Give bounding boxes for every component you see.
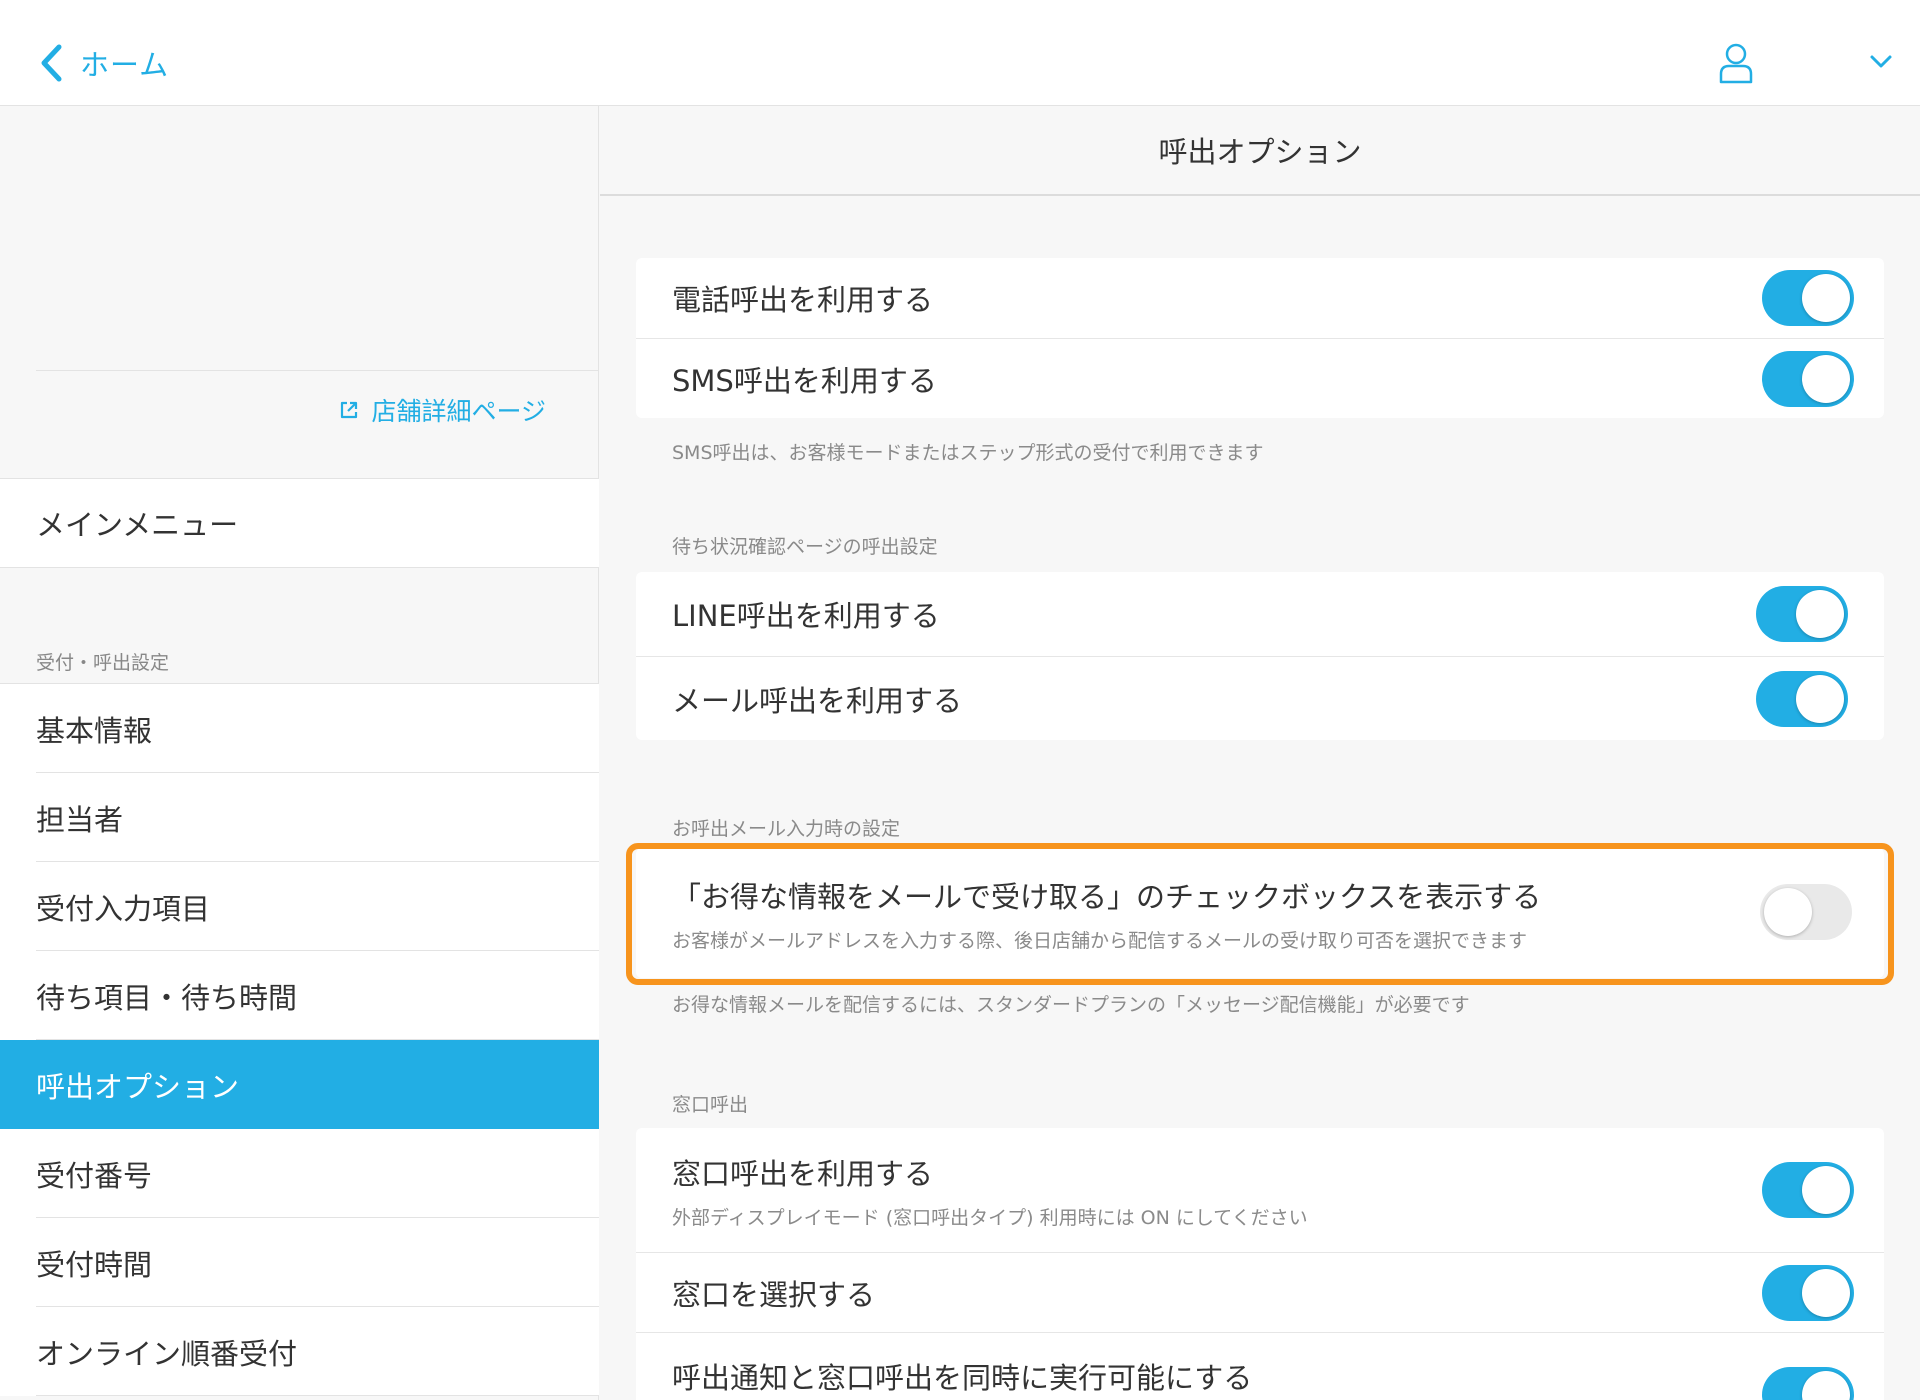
mail-input-card: 「お得な情報をメールで受け取る」のチェックボックスを表示する お客様がメールアド… xyxy=(636,848,1884,978)
shop-detail-link-label: 店舗詳細ページ xyxy=(371,397,546,426)
offers-note: お得な情報メールを配信するには、スタンダードプランの「メッセージ配信機能」が必要… xyxy=(672,994,1470,1016)
shop-detail-link[interactable]: 店舗詳細ページ xyxy=(339,392,546,428)
phone-call-toggle[interactable] xyxy=(1762,270,1854,326)
sidebar-item-reception-hours[interactable]: 受付時間 xyxy=(0,1218,599,1307)
call-options-card: 電話呼出を利用する SMS呼出を利用する xyxy=(636,258,1884,418)
setting-row-window-call: 窓口呼出を利用する 外部ディスプレイモード (窓口呼出タイプ) 利用時には ON… xyxy=(636,1128,1884,1252)
setting-row-offers-checkbox: 「お得な情報をメールで受け取る」のチェックボックスを表示する お客様がメールアド… xyxy=(636,848,1884,978)
mail-call-label: メール呼出を利用する xyxy=(672,683,963,718)
simultaneous-call-label: 呼出通知と窓口呼出を同時に実行可能にする xyxy=(672,1361,1253,1395)
chevron-down-icon[interactable] xyxy=(1868,52,1894,72)
offers-checkbox-text: 「お得な情報をメールで受け取る」のチェックボックスを表示する お客様がメールアド… xyxy=(672,874,1541,953)
select-window-toggle[interactable] xyxy=(1762,1265,1854,1321)
setting-row-mail: メール呼出を利用する xyxy=(636,656,1884,740)
window-call-toggle[interactable] xyxy=(1762,1162,1854,1218)
simultaneous-call-toggle[interactable] xyxy=(1762,1367,1854,1400)
offers-checkbox-description: お客様がメールアドレスを入力する際、後日店舗から配信するメールの受け取り可否を選… xyxy=(672,929,1528,952)
toggle-knob xyxy=(1802,1166,1850,1214)
top-bar: ホーム xyxy=(0,0,1920,106)
toggle-knob xyxy=(1796,590,1844,638)
sidebar-item-input-fields[interactable]: 受付入力項目 xyxy=(0,862,599,951)
user-icon[interactable] xyxy=(1718,42,1754,84)
sidebar-section-label: 受付・呼出設定 xyxy=(36,652,170,674)
sms-call-toggle[interactable] xyxy=(1762,351,1854,407)
sidebar-menu: 基本情報 担当者 受付入力項目 待ち項目・待ち時間 呼出オプション 受付番号 受… xyxy=(0,683,599,1396)
toggle-knob xyxy=(1802,355,1850,403)
window-call-label: 窓口呼出を利用する xyxy=(672,1156,934,1191)
toggle-knob xyxy=(1764,888,1812,936)
sidebar-item-call-options[interactable]: 呼出オプション xyxy=(0,1040,599,1129)
window-call-card: 窓口呼出を利用する 外部ディスプレイモード (窓口呼出タイプ) 利用時には ON… xyxy=(636,1128,1884,1400)
sms-note: SMS呼出は、お客様モードまたはステップ形式の受付で利用できます xyxy=(672,442,1264,464)
status-page-section-label: 待ち状況確認ページの呼出設定 xyxy=(672,536,938,558)
toggle-knob xyxy=(1802,1269,1850,1317)
external-link-icon xyxy=(341,401,358,419)
mail-input-section-label: お呼出メール入力時の設定 xyxy=(672,818,901,840)
setting-row-phone: 電話呼出を利用する xyxy=(636,258,1884,338)
toggle-knob xyxy=(1802,1371,1850,1400)
setting-row-simultaneous: 呼出通知と窓口呼出を同時に実行可能にする xyxy=(636,1332,1884,1400)
offers-checkbox-toggle[interactable] xyxy=(1760,884,1852,940)
main-panel: 呼出オプション 電話呼出を利用する SMS呼出を利用する SMS呼出は、お客様モ… xyxy=(600,106,1920,1400)
page-title: 呼出オプション xyxy=(600,106,1920,196)
sidebar-item-online-queue[interactable]: オンライン順番受付 xyxy=(0,1307,599,1396)
sms-call-label: SMS呼出を利用する xyxy=(672,363,937,398)
line-call-label: LINE呼出を利用する xyxy=(672,599,940,633)
sidebar-item-basic-info[interactable]: 基本情報 xyxy=(0,684,599,773)
offers-checkbox-label: 「お得な情報をメールで受け取る」のチェックボックスを表示する xyxy=(672,879,1542,914)
setting-row-line: LINE呼出を利用する xyxy=(636,572,1884,656)
line-call-toggle[interactable] xyxy=(1756,586,1848,642)
chevron-left-icon xyxy=(41,44,62,82)
sidebar-item-main-menu[interactable]: メインメニュー xyxy=(0,478,599,568)
back-label: ホーム xyxy=(80,48,170,82)
sidebar: 店舗詳細ページ メインメニュー 受付・呼出設定 基本情報 担当者 受付入力項目 … xyxy=(0,106,599,1400)
back-button[interactable]: ホーム xyxy=(38,38,169,88)
sidebar-item-wait-items[interactable]: 待ち項目・待ち時間 xyxy=(0,951,599,1040)
toggle-knob xyxy=(1796,675,1844,723)
status-page-card: LINE呼出を利用する メール呼出を利用する xyxy=(636,572,1884,740)
mail-call-toggle[interactable] xyxy=(1756,671,1848,727)
window-call-description: 外部ディスプレイモード (窓口呼出タイプ) 利用時には ON にしてください xyxy=(672,1206,1308,1229)
select-window-label: 窓口を選択する xyxy=(672,1277,876,1312)
sidebar-divider xyxy=(36,370,599,371)
window-call-section-label: 窓口呼出 xyxy=(672,1094,749,1116)
toggle-knob xyxy=(1802,274,1850,322)
phone-call-label: 電話呼出を利用する xyxy=(672,283,934,317)
sidebar-item-staff[interactable]: 担当者 xyxy=(0,773,599,862)
window-call-text: 窓口呼出を利用する 外部ディスプレイモード (窓口呼出タイプ) 利用時には ON… xyxy=(672,1151,1308,1230)
sidebar-item-ticket-number[interactable]: 受付番号 xyxy=(0,1129,599,1218)
setting-row-select-window: 窓口を選択する xyxy=(636,1252,1884,1332)
setting-row-sms: SMS呼出を利用する xyxy=(636,338,1884,418)
